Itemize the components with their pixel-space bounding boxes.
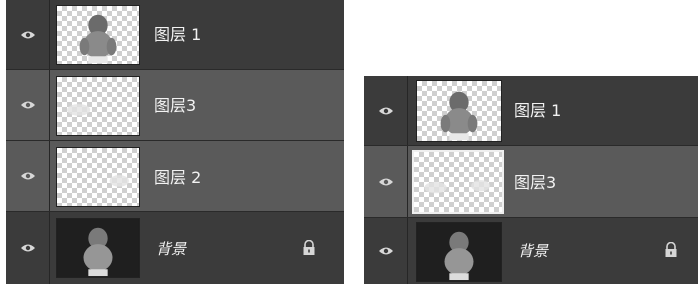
layer-name[interactable]: 背景 bbox=[518, 244, 548, 259]
faint-shapes-image bbox=[424, 180, 490, 194]
layer-thumbnail[interactable] bbox=[416, 80, 502, 142]
layer-name[interactable]: 图层3 bbox=[154, 98, 196, 114]
layer-row[interactable]: 图层 1 bbox=[6, 0, 344, 70]
layer-thumbnail[interactable] bbox=[416, 222, 502, 282]
eye-icon bbox=[378, 247, 393, 255]
eye-icon bbox=[20, 31, 35, 38]
layer-thumbnail[interactable] bbox=[56, 5, 140, 65]
visibility-toggle[interactable] bbox=[6, 141, 50, 211]
faint-shape-image bbox=[109, 175, 129, 187]
eye-icon bbox=[20, 172, 35, 180]
layer-row[interactable]: 图层3 bbox=[364, 146, 698, 218]
visibility-toggle[interactable] bbox=[364, 76, 408, 145]
layer-name[interactable]: 图层3 bbox=[514, 175, 556, 191]
layer-name[interactable]: 图层 1 bbox=[154, 27, 201, 43]
visibility-toggle[interactable] bbox=[6, 70, 50, 140]
layer-row[interactable]: 图层 2 bbox=[6, 141, 344, 212]
layer-row[interactable]: 背景 bbox=[364, 218, 698, 284]
visibility-toggle[interactable] bbox=[364, 146, 408, 217]
lock-icon bbox=[303, 240, 315, 255]
layer-name[interactable]: 背景 bbox=[156, 242, 186, 257]
eye-icon bbox=[20, 244, 35, 252]
layers-panel-left: 图层 1 图层3 图层 2 背景 bbox=[6, 0, 344, 284]
eye-icon bbox=[20, 101, 35, 109]
faint-shape-image bbox=[67, 104, 91, 116]
layer-name[interactable]: 图层 1 bbox=[514, 103, 561, 119]
layer-row[interactable]: 图层3 bbox=[6, 70, 344, 141]
layer-thumbnail[interactable] bbox=[56, 147, 140, 207]
visibility-toggle[interactable] bbox=[6, 212, 50, 284]
visibility-toggle[interactable] bbox=[6, 0, 50, 69]
visibility-toggle[interactable] bbox=[364, 218, 408, 284]
baby-photo-image bbox=[57, 219, 139, 277]
layer-row[interactable]: 图层 1 bbox=[364, 76, 698, 146]
layer-name[interactable]: 图层 2 bbox=[154, 170, 201, 186]
eye-icon bbox=[378, 107, 393, 114]
eye-icon bbox=[378, 178, 393, 185]
layer-thumbnail-selected[interactable] bbox=[412, 150, 504, 214]
layer-thumbnail[interactable] bbox=[56, 218, 140, 278]
baby-image bbox=[79, 14, 117, 64]
layer-row[interactable]: 背景 bbox=[6, 212, 344, 284]
layer-thumbnail[interactable] bbox=[56, 76, 140, 136]
baby-photo-image bbox=[417, 223, 501, 281]
layers-panel-right: 图层 1 图层3 背景 bbox=[364, 76, 698, 284]
baby-image bbox=[440, 91, 478, 141]
lock-icon bbox=[665, 242, 677, 257]
